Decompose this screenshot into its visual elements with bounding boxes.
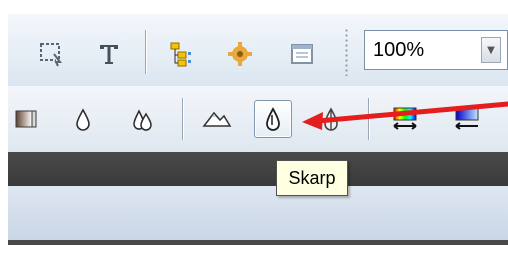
tooltip-text: Skarp (288, 167, 336, 188)
tree-structure-button[interactable] (163, 36, 199, 72)
screenshot-stage: 100% ▼ Skarp (0, 0, 508, 253)
half-drop-button[interactable] (312, 100, 350, 138)
zoom-combobox[interactable]: 100% ▼ (364, 30, 508, 70)
tree-structure-icon (170, 42, 191, 67)
drop-button[interactable] (64, 100, 102, 138)
toolbar-grip (345, 28, 348, 76)
text-tool-button[interactable] (91, 36, 127, 72)
double-drop-icon (133, 109, 152, 131)
color-gradient-icon (393, 107, 417, 130)
content-panel (8, 186, 508, 245)
window-icon (291, 44, 313, 64)
mountains-button[interactable] (198, 100, 236, 138)
gradient-fill-icon (15, 110, 37, 128)
select-region-icon (40, 43, 62, 67)
mountains-icon (202, 111, 232, 127)
select-region-button[interactable] (33, 36, 69, 72)
half-drop-icon (324, 107, 338, 131)
settings-button[interactable] (222, 36, 258, 72)
window-button[interactable] (284, 36, 320, 72)
double-drop-button[interactable] (124, 100, 162, 138)
chevron-down-icon[interactable]: ▼ (481, 37, 501, 63)
gear-icon (228, 42, 252, 66)
sharpen-icon (266, 107, 280, 131)
dark-ruler-strip (8, 152, 508, 186)
sharpen-tooltip: Skarp (276, 160, 348, 196)
top-toolbar: 100% ▼ (8, 14, 508, 87)
filter-toolbar (8, 86, 508, 152)
drop-icon (76, 108, 90, 131)
toolbar-separator (368, 98, 369, 140)
top-toolbar-row: 100% ▼ (8, 14, 508, 86)
blue-gradient-button[interactable] (448, 100, 486, 138)
toolbar-separator (145, 30, 146, 74)
zoom-value: 100% (373, 38, 425, 61)
blue-gradient-icon (455, 107, 479, 130)
color-gradient-button[interactable] (386, 100, 424, 138)
sharpen-button[interactable] (254, 100, 292, 138)
text-tool-icon (100, 45, 118, 64)
toolbar-separator (182, 98, 183, 140)
gradient-fill-button[interactable] (8, 100, 46, 138)
